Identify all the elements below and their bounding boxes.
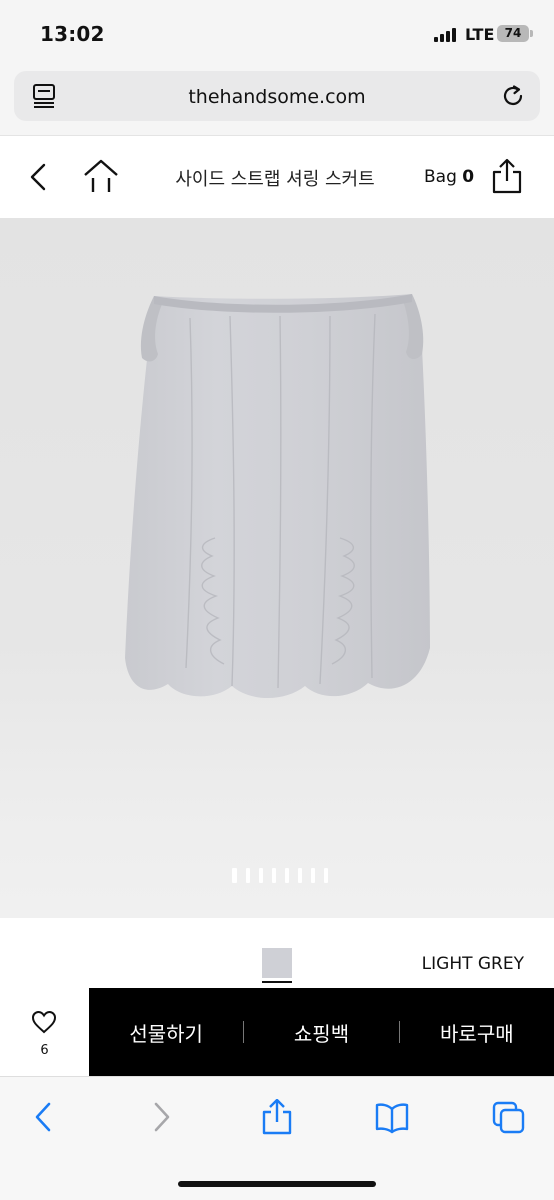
- home-indicator: [178, 1181, 376, 1187]
- bag-label: Bag: [424, 167, 457, 187]
- tabs-icon[interactable]: [492, 1099, 526, 1135]
- home-icon[interactable]: [82, 158, 120, 194]
- gallery-pagination[interactable]: [232, 868, 328, 884]
- status-bar: 13:02 LTE 74: [0, 0, 554, 66]
- back-icon[interactable]: [27, 1099, 61, 1135]
- bookmarks-icon[interactable]: [375, 1099, 409, 1135]
- gallery-dot[interactable]: [246, 868, 250, 883]
- color-selector: LIGHT GREY: [0, 918, 554, 990]
- back-icon[interactable]: [26, 162, 52, 192]
- product-image-gallery[interactable]: [0, 218, 554, 918]
- gallery-dot[interactable]: [232, 868, 237, 883]
- gift-button[interactable]: 선물하기: [89, 1018, 243, 1047]
- gallery-dot[interactable]: [259, 868, 263, 883]
- buy-now-button[interactable]: 바로구매: [400, 1018, 554, 1047]
- forward-icon[interactable]: [144, 1099, 178, 1135]
- bag-count: 0: [462, 167, 475, 187]
- share-icon[interactable]: [260, 1099, 294, 1135]
- color-swatch[interactable]: [262, 948, 292, 978]
- shopping-bag-button[interactable]: 쇼핑백: [244, 1018, 398, 1047]
- gallery-dot[interactable]: [311, 868, 315, 883]
- heart-icon: [31, 1010, 57, 1034]
- signal-icon: [434, 28, 456, 42]
- color-name: LIGHT GREY: [421, 954, 524, 974]
- gallery-dot[interactable]: [298, 868, 302, 883]
- status-time: 13:02: [40, 22, 105, 46]
- carrier-label: LTE: [465, 25, 495, 44]
- browser-address-area: thehandsome.com: [0, 66, 554, 136]
- wishlist-button[interactable]: 6: [0, 988, 89, 1076]
- address-bar[interactable]: thehandsome.com: [14, 71, 540, 121]
- gallery-dot[interactable]: [272, 868, 276, 883]
- wishlist-count: 6: [40, 1043, 49, 1058]
- share-icon[interactable]: [490, 158, 524, 194]
- gallery-dot[interactable]: [324, 868, 328, 883]
- bag-link[interactable]: Bag 0: [424, 167, 474, 187]
- site-header: 사이드 스트랩 셔링 스커트 Bag 0: [0, 136, 554, 218]
- battery-tip: [530, 30, 533, 37]
- reload-icon[interactable]: [500, 83, 526, 109]
- url-text[interactable]: thehandsome.com: [14, 86, 540, 108]
- action-buttons: 선물하기 쇼핑백 바로구매: [89, 988, 554, 1076]
- battery-level: 74: [504, 26, 522, 40]
- product-image: [125, 294, 430, 698]
- purchase-action-bar: 6 선물하기 쇼핑백 바로구매: [0, 988, 554, 1076]
- swatch-selected-indicator: [262, 981, 292, 983]
- battery-icon: 74: [497, 25, 529, 42]
- page-title: 사이드 스트랩 셔링 스커트: [175, 169, 375, 190]
- browser-toolbar: [0, 1076, 554, 1200]
- gallery-dot[interactable]: [285, 868, 289, 883]
